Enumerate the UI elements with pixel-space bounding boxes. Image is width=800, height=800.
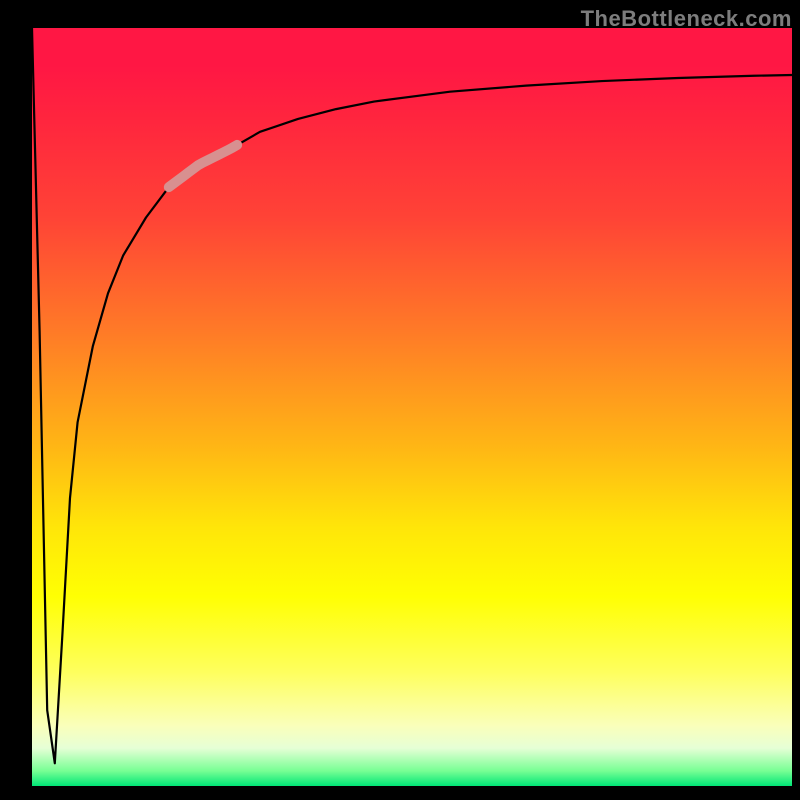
watermark-text: TheBottleneck.com bbox=[581, 6, 792, 32]
plot-area bbox=[32, 28, 792, 786]
chart-frame: TheBottleneck.com bbox=[0, 0, 800, 800]
